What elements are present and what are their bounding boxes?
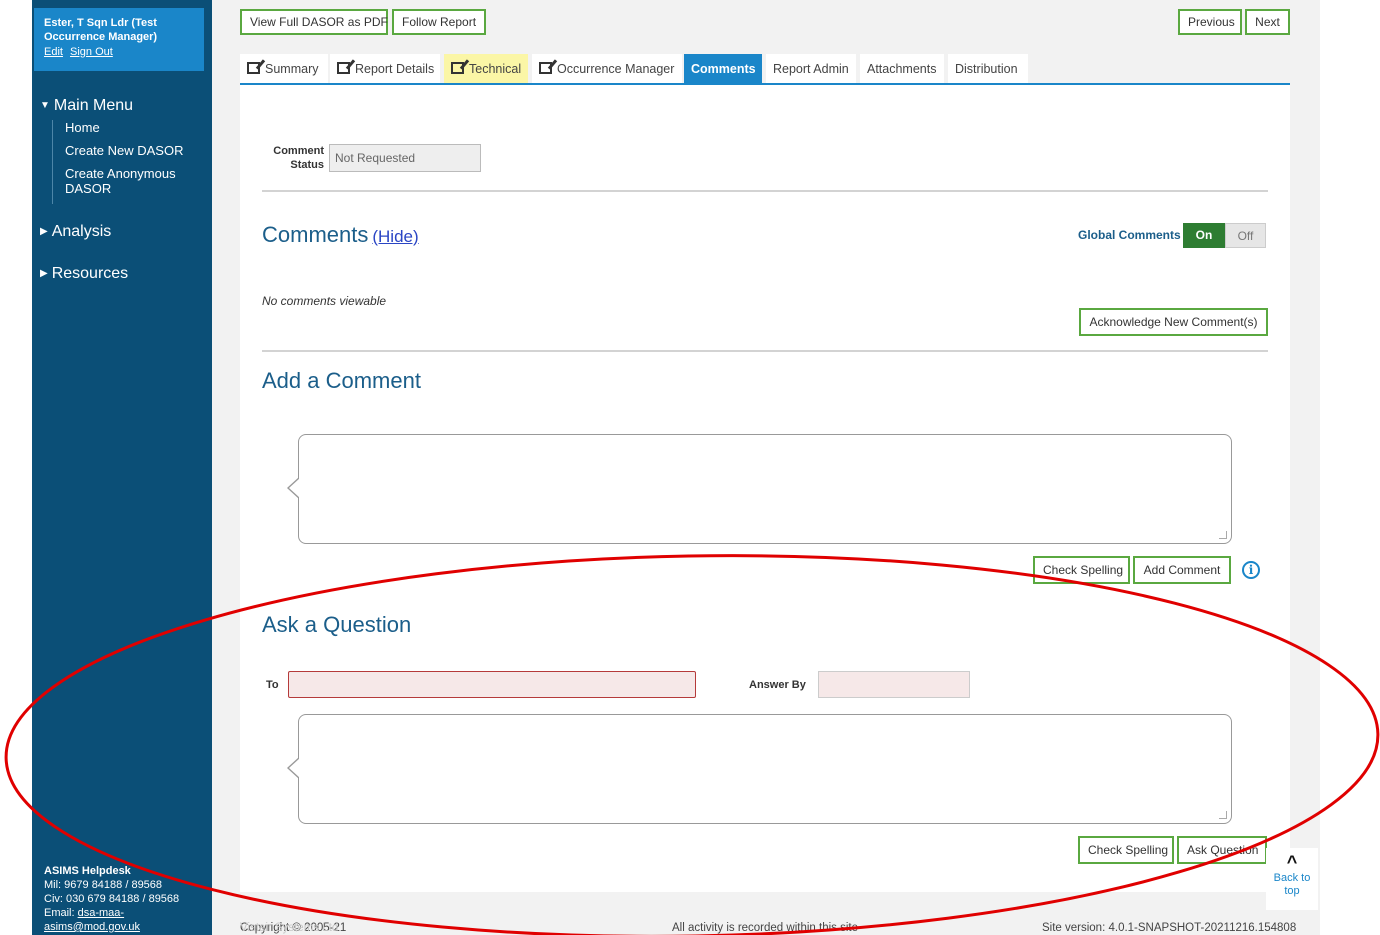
add-comment-button[interactable]: Add Comment: [1133, 556, 1231, 584]
info-icon[interactable]: i: [1242, 561, 1260, 579]
main-menu-toggle[interactable]: ▼ Main Menu: [40, 97, 133, 115]
question-textarea[interactable]: [287, 714, 1232, 824]
company-link[interactable]: Vistair Systems Ltd: [240, 922, 338, 934]
menu-item-home[interactable]: Home: [65, 120, 195, 135]
tab-occurrence-manager[interactable]: Occurrence Manager: [532, 54, 682, 84]
acknowledge-comments-button[interactable]: Acknowledge New Comment(s): [1079, 308, 1268, 336]
global-comments-off[interactable]: Off: [1225, 223, 1266, 248]
tab-summary[interactable]: Summary: [240, 54, 328, 84]
divider: [262, 350, 1268, 352]
user-name: Ester, T Sqn Ldr (Test Occurrence Manage…: [44, 17, 158, 43]
to-label: To: [266, 679, 279, 691]
caret-right-icon: ▶: [40, 268, 48, 279]
menu-item-create-dasor[interactable]: Create New DASOR: [65, 143, 195, 158]
caret-down-icon: ▼: [40, 100, 50, 111]
follow-report-button[interactable]: Follow Report: [392, 9, 486, 35]
resize-handle[interactable]: [1219, 531, 1227, 539]
helpdesk-email-label: Email:: [44, 907, 75, 919]
tab-distribution[interactable]: Distribution: [948, 54, 1028, 84]
activity-notice: All activity is recorded within this sit…: [672, 922, 858, 934]
sign-out-link[interactable]: Sign Out: [70, 46, 113, 58]
tab-attachments[interactable]: Attachments: [860, 54, 944, 84]
ask-question-button[interactable]: Ask Question: [1177, 836, 1267, 864]
edit-icon: [539, 62, 552, 74]
helpdesk-civ: Civ: 030 679 84188 / 89568: [44, 893, 180, 905]
view-pdf-button[interactable]: View Full DASOR as PDF: [240, 9, 388, 35]
check-spelling-button[interactable]: Check Spelling: [1033, 556, 1130, 584]
tab-comments[interactable]: Comments: [684, 54, 762, 84]
to-input[interactable]: [288, 671, 696, 698]
helpdesk-title: ASIMS Helpdesk: [44, 865, 131, 877]
main-menu-list: Home Create New DASOR Create Anonymous D…: [52, 120, 195, 204]
edit-icon: [337, 62, 350, 74]
user-panel: Ester, T Sqn Ldr (Test Occurrence Manage…: [34, 8, 204, 71]
helpdesk-mil: Mil: 9679 84188 / 89568: [44, 879, 163, 891]
hide-comments-link[interactable]: (Hide): [372, 227, 418, 246]
analysis-menu-toggle[interactable]: ▶ Analysis: [40, 223, 111, 241]
comment-status-field: Not Requested: [329, 144, 481, 172]
tab-technical[interactable]: Technical: [444, 54, 528, 84]
global-comments-on[interactable]: On: [1183, 223, 1225, 248]
menu-item-create-anonymous-dasor[interactable]: Create Anonymous DASOR: [65, 166, 195, 196]
resize-handle[interactable]: [1219, 811, 1227, 819]
resources-menu-toggle[interactable]: ▶ Resources: [40, 265, 128, 283]
edit-icon: [247, 62, 260, 74]
helpdesk-info: ASIMS Helpdesk Mil: 9679 84188 / 89568 C…: [44, 864, 212, 934]
edit-link[interactable]: Edit: [44, 46, 63, 58]
tab-report-details[interactable]: Report Details: [330, 54, 440, 84]
previous-button[interactable]: Previous: [1178, 9, 1242, 35]
divider: [262, 190, 1268, 192]
next-button[interactable]: Next: [1245, 9, 1290, 35]
back-to-top-button[interactable]: ^ Back to top: [1266, 848, 1318, 910]
comment-status-label: Comment Status: [273, 145, 324, 171]
sidebar: Ester, T Sqn Ldr (Test Occurrence Manage…: [32, 0, 212, 935]
no-comments-message: No comments viewable: [262, 294, 387, 308]
global-comments-label: Global Comments: [1078, 228, 1181, 242]
add-comment-heading: Add a Comment: [262, 368, 421, 393]
answer-by-input[interactable]: [818, 671, 970, 698]
site-version: Site version: 4.0.1-SNAPSHOT-20211216.15…: [1042, 922, 1297, 934]
check-spelling-question-button[interactable]: Check Spelling: [1078, 836, 1174, 864]
chevron-up-icon: ^: [1286, 852, 1298, 872]
tab-report-admin[interactable]: Report Admin: [766, 54, 856, 84]
answer-by-label: Answer By: [749, 679, 806, 691]
tab-underline: [240, 83, 1290, 85]
ask-question-heading: Ask a Question: [262, 612, 412, 637]
comments-heading: Comments (Hide): [262, 222, 419, 247]
caret-right-icon: ▶: [40, 226, 48, 237]
comment-textarea[interactable]: [287, 434, 1232, 544]
edit-icon: [451, 62, 464, 74]
